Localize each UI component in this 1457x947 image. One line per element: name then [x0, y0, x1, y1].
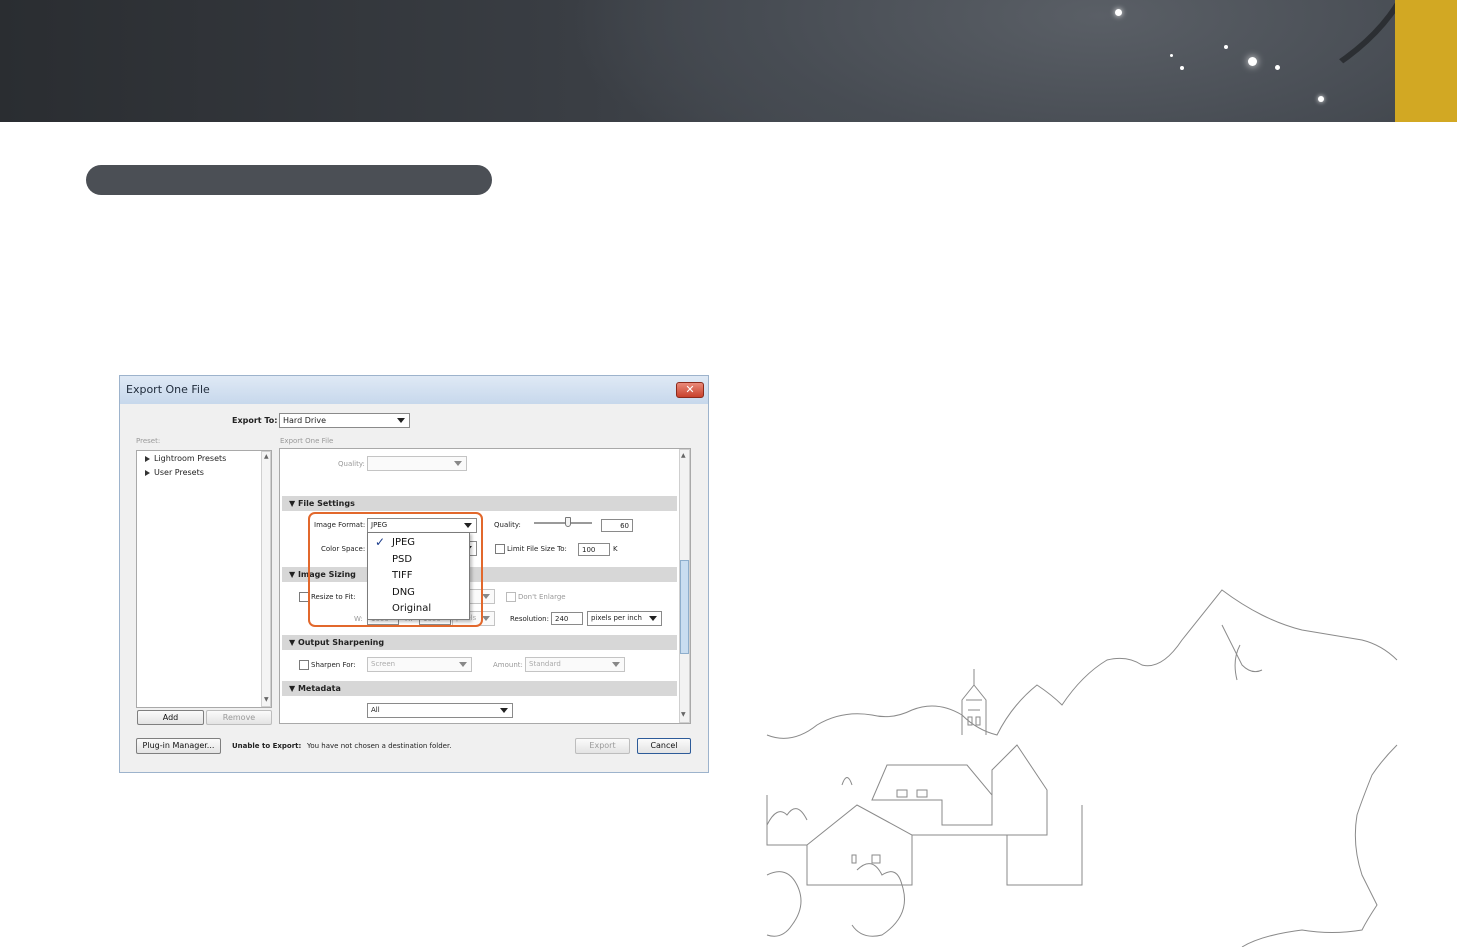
preset-scrollbar[interactable] [261, 451, 271, 707]
expand-icon[interactable] [145, 470, 150, 476]
preset-list[interactable] [136, 450, 272, 708]
resolution-input[interactable]: 240 [551, 612, 583, 625]
house-front [806, 804, 913, 886]
sharpen-for-checkbox[interactable] [299, 660, 309, 670]
sparkle [1115, 9, 1122, 16]
foreground-trees [766, 863, 905, 937]
close-icon: ✕ [685, 383, 695, 396]
export-button[interactable]: Export [575, 738, 630, 754]
quality-slider-thumb[interactable] [565, 517, 571, 527]
dont-enlarge-checkbox[interactable] [506, 592, 516, 602]
dialog-titlebar[interactable]: Export One File ✕ [120, 376, 708, 404]
sparkle [1180, 66, 1184, 70]
limit-file-size-input[interactable]: 100 [578, 543, 610, 556]
preset-item-lightroom[interactable]: Lightroom Presets [154, 454, 226, 463]
status-label: Unable to Export: [232, 742, 302, 750]
scroll-up-icon[interactable]: ▲ [681, 452, 686, 459]
close-button[interactable]: ✕ [676, 382, 704, 398]
header-banner [0, 0, 1457, 122]
highlight-box [308, 512, 483, 627]
dont-enlarge-label: Don't Enlarge [518, 593, 566, 601]
quality-slider-track[interactable] [534, 522, 592, 524]
church [871, 764, 993, 826]
sparkle [1318, 96, 1324, 102]
resolution-unit-select[interactable]: pixels per inch [587, 611, 662, 626]
sharpen-for-label: Sharpen For: [311, 661, 356, 669]
limit-file-size-checkbox[interactable] [495, 544, 505, 554]
export-to-label: Export To: [232, 416, 278, 425]
amount-value: Standard [529, 660, 561, 668]
chevron-down-icon [500, 708, 508, 713]
right-slope [1241, 744, 1398, 947]
resolution-unit-value: pixels per inch [591, 614, 642, 622]
sparkle [1224, 45, 1228, 49]
add-preset-button[interactable]: Add [137, 710, 204, 725]
sharpen-for-select[interactable]: Screen [367, 657, 472, 672]
section-title: ▼ Metadata [289, 684, 341, 693]
file-settings-header[interactable]: ▼ File Settings [282, 496, 677, 511]
preset-item-user[interactable]: User Presets [154, 468, 204, 477]
file-size-unit: K [613, 545, 618, 553]
chevron-down-icon [482, 616, 490, 621]
quality-input[interactable]: 60 [601, 519, 633, 532]
expand-icon[interactable] [145, 456, 150, 462]
ridge-detail [1221, 624, 1263, 681]
export-to-value: Hard Drive [283, 416, 327, 425]
chevron-down-icon [612, 662, 620, 667]
sparkle [1170, 54, 1173, 57]
preset-label: Preset: [136, 437, 161, 445]
export-to-select[interactable]: Hard Drive [279, 413, 410, 428]
chevron-down-icon [459, 662, 467, 667]
metadata-select[interactable]: All [367, 703, 513, 718]
top-quality-select[interactable] [367, 456, 467, 471]
limit-file-size-label: Limit File Size To: [507, 545, 567, 553]
panel-title: Export One File [280, 437, 334, 445]
tree-left [766, 777, 853, 826]
output-sharpening-header[interactable]: ▼ Output Sharpening [282, 635, 677, 650]
chevron-down-icon [482, 594, 490, 599]
section-heading-bar [86, 165, 492, 195]
scroll-down-icon[interactable]: ▼ [264, 696, 269, 703]
scroll-up-icon[interactable]: ▲ [264, 453, 269, 460]
metadata-header[interactable]: ▼ Metadata [282, 681, 677, 696]
village-illustration [766, 589, 1398, 947]
chevron-down-icon [454, 461, 462, 466]
section-title: ▼ Output Sharpening [289, 638, 385, 647]
amount-select[interactable]: Standard [525, 657, 625, 672]
quality-label: Quality: [494, 521, 521, 529]
metadata-value: All [371, 706, 380, 714]
status-message: You have not chosen a destination folder… [307, 742, 452, 750]
section-title: ▼ File Settings [289, 499, 355, 508]
sparkle [1275, 65, 1280, 70]
scroll-down-icon[interactable]: ▼ [681, 711, 686, 718]
cancel-button[interactable]: Cancel [637, 738, 691, 754]
house-right [991, 744, 1048, 836]
sparkle [1248, 57, 1257, 66]
dialog-title: Export One File [126, 383, 210, 396]
remove-preset-button[interactable]: Remove [206, 710, 272, 725]
plugin-manager-button[interactable]: Plug-in Manager... [136, 738, 221, 754]
sharpen-for-value: Screen [371, 660, 396, 668]
amount-label: Amount: [493, 661, 523, 669]
chevron-down-icon [649, 616, 657, 621]
quality-top-label: Quality: [338, 460, 365, 468]
mountain-outline [766, 589, 1398, 739]
resolution-label: Resolution: [510, 615, 549, 623]
chevron-down-icon [397, 418, 405, 423]
chapter-tab [1395, 0, 1457, 122]
scrollbar-thumb[interactable] [680, 560, 689, 654]
village-walls [766, 795, 1083, 886]
